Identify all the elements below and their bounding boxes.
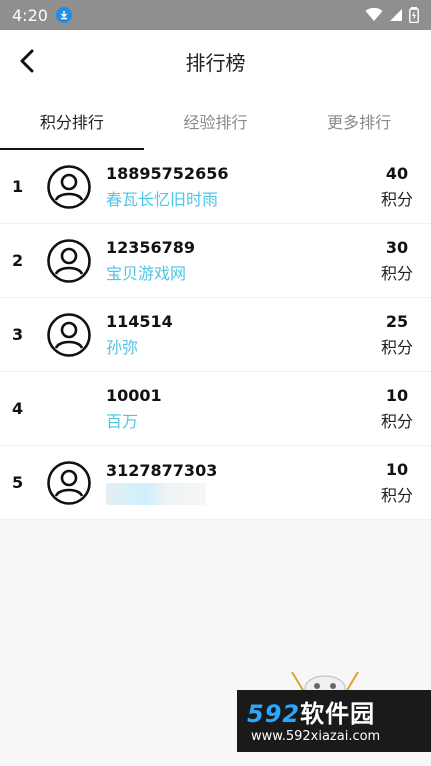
user-name: 春瓦长忆旧时雨 — [106, 189, 219, 209]
user-avatar-icon — [47, 312, 91, 357]
app-header: 排行榜 — [0, 30, 431, 92]
score-block: 10 积分 — [367, 460, 427, 506]
status-right — [365, 7, 419, 23]
watermark-brand-text: 软件园 — [300, 700, 376, 728]
score-unit: 积分 — [380, 411, 413, 431]
user-name: 百万 — [106, 411, 139, 431]
user-info: 10001 百万 — [106, 386, 367, 432]
user-name: 宝贝游戏网 — [106, 263, 187, 283]
user-id: 12356789 — [106, 237, 196, 257]
user-avatar-empty — [46, 386, 92, 432]
user-id: 3127877303 — [106, 460, 218, 480]
user-info: 114514 孙弥 — [106, 312, 367, 358]
score-value: 10 — [385, 459, 409, 479]
tab-experience-ranking[interactable]: 经验排行 — [144, 92, 288, 150]
watermark-brand-number: 592 — [247, 700, 301, 728]
score-block: 10 积分 — [367, 386, 427, 432]
score-unit: 积分 — [380, 263, 413, 283]
watermark-brand: 592软件园 — [237, 690, 431, 729]
back-arrow-icon[interactable] — [14, 46, 42, 76]
page-title: 排行榜 — [185, 50, 246, 75]
ranking-list: 1 18895752656 春瓦长忆旧时雨 40 积分 2 12356789 宝… — [0, 150, 431, 520]
tab-points-ranking[interactable]: 积分排行 — [0, 92, 144, 150]
tab-bar: 积分排行 经验排行 更多排行 — [0, 92, 431, 150]
score-unit: 积分 — [380, 337, 413, 357]
user-info: 12356789 宝贝游戏网 — [106, 238, 367, 284]
ranking-row[interactable]: 2 12356789 宝贝游戏网 30 积分 — [0, 224, 431, 298]
score-value: 25 — [385, 311, 409, 331]
ranking-row[interactable]: 3 114514 孙弥 25 积分 — [0, 298, 431, 372]
ranking-row[interactable]: 4 10001 百万 10 积分 — [0, 372, 431, 446]
user-info: 3127877303 — [106, 461, 367, 505]
user-name-blurred — [106, 482, 206, 505]
download-icon — [55, 7, 72, 23]
status-left: 4:20 — [12, 6, 72, 25]
score-unit: 积分 — [380, 189, 413, 209]
user-avatar-icon — [47, 164, 91, 209]
user-info: 18895752656 春瓦长忆旧时雨 — [106, 164, 367, 210]
watermark-url: www.592xiazai.com — [251, 729, 381, 744]
score-value: 40 — [385, 163, 409, 183]
user-avatar-icon — [47, 460, 91, 505]
rank-number: 5 — [12, 473, 24, 492]
rank-number: 2 — [12, 251, 24, 270]
rank-number: 4 — [12, 399, 24, 418]
user-id: 114514 — [106, 311, 173, 331]
status-time: 4:20 — [12, 5, 48, 25]
battery-icon — [409, 7, 419, 23]
watermark: 592软件园 www.592xiazai.com — [237, 690, 431, 752]
wifi-icon — [365, 8, 383, 21]
score-unit: 积分 — [380, 485, 413, 505]
rank-number: 1 — [12, 177, 24, 196]
user-id: 18895752656 — [106, 163, 229, 183]
ranking-row[interactable]: 1 18895752656 春瓦长忆旧时雨 40 积分 — [0, 150, 431, 224]
score-block: 25 积分 — [367, 312, 427, 358]
status-bar: 4:20 — [0, 0, 431, 30]
score-block: 30 积分 — [367, 238, 427, 284]
rank-number: 3 — [12, 325, 24, 344]
user-name: 孙弥 — [106, 337, 139, 357]
score-value: 10 — [385, 385, 409, 405]
user-id: 10001 — [106, 385, 162, 405]
score-value: 30 — [385, 237, 409, 257]
ranking-row[interactable]: 5 3127877303 10 积分 — [0, 446, 431, 520]
tab-more-ranking[interactable]: 更多排行 — [287, 92, 431, 150]
score-block: 40 积分 — [367, 164, 427, 210]
signal-icon — [390, 9, 402, 21]
user-avatar-icon — [47, 238, 91, 283]
